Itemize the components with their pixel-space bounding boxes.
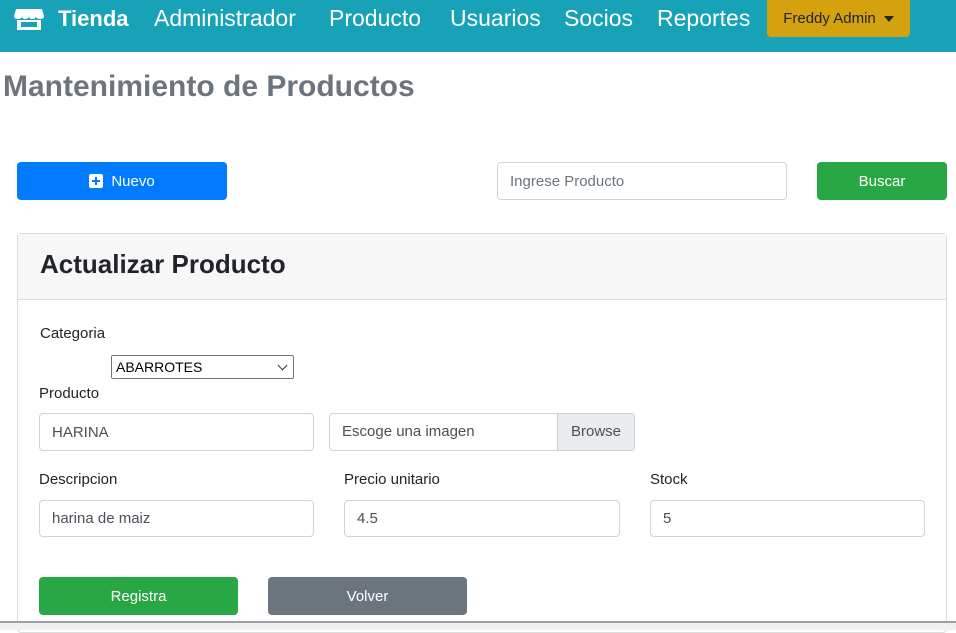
product-search-input[interactable]: [497, 162, 787, 200]
price-input[interactable]: [344, 500, 620, 537]
nav-link-reportes[interactable]: Reportes: [657, 4, 750, 32]
image-file-placeholder: Escoge una imagen: [342, 423, 475, 440]
product-name-input[interactable]: [39, 413, 314, 451]
page-title: Mantenimiento de Productos: [3, 70, 415, 103]
store-icon: [14, 9, 44, 30]
card-title: Actualizar Producto: [40, 249, 286, 279]
search-button[interactable]: Buscar: [817, 162, 947, 200]
category-select[interactable]: ABARROTES: [111, 355, 294, 379]
nav-link-administrador[interactable]: Administrador: [154, 4, 296, 32]
category-label: Categoria: [40, 325, 106, 342]
nav-link-usuarios[interactable]: Usuarios: [450, 4, 541, 32]
nav-link-producto[interactable]: Producto: [329, 4, 421, 32]
user-name: Freddy Admin: [783, 10, 876, 27]
top-navbar: Tienda Administrador Producto Usuarios S…: [0, 0, 956, 52]
user-menu-button[interactable]: Freddy Admin: [767, 0, 910, 37]
plus-square-icon: [89, 174, 104, 188]
register-button[interactable]: Registra: [39, 577, 238, 615]
nav-link-socios[interactable]: Socios: [564, 4, 633, 32]
caret-down-icon: [883, 15, 894, 22]
price-label: Precio unitario: [344, 471, 440, 488]
product-label: Producto: [39, 385, 100, 402]
card-header: Actualizar Producto: [18, 234, 946, 300]
new-product-label: Nuevo: [111, 172, 155, 190]
description-input[interactable]: [39, 500, 314, 537]
stock-label: Stock: [650, 471, 688, 488]
image-file-input[interactable]: Escoge una imagen Browse: [329, 413, 635, 451]
new-product-button[interactable]: Nuevo: [17, 162, 227, 200]
chevron-down-icon: [277, 360, 288, 370]
stock-input[interactable]: [650, 500, 925, 537]
back-button[interactable]: Volver: [268, 577, 467, 615]
brand[interactable]: Tienda: [14, 0, 129, 38]
brand-text: Tienda: [58, 6, 129, 31]
bottom-overlay-strip: [0, 621, 956, 630]
category-value: ABARROTES: [116, 359, 203, 375]
description-label: Descripcion: [39, 471, 118, 488]
browse-button[interactable]: Browse: [557, 414, 634, 450]
